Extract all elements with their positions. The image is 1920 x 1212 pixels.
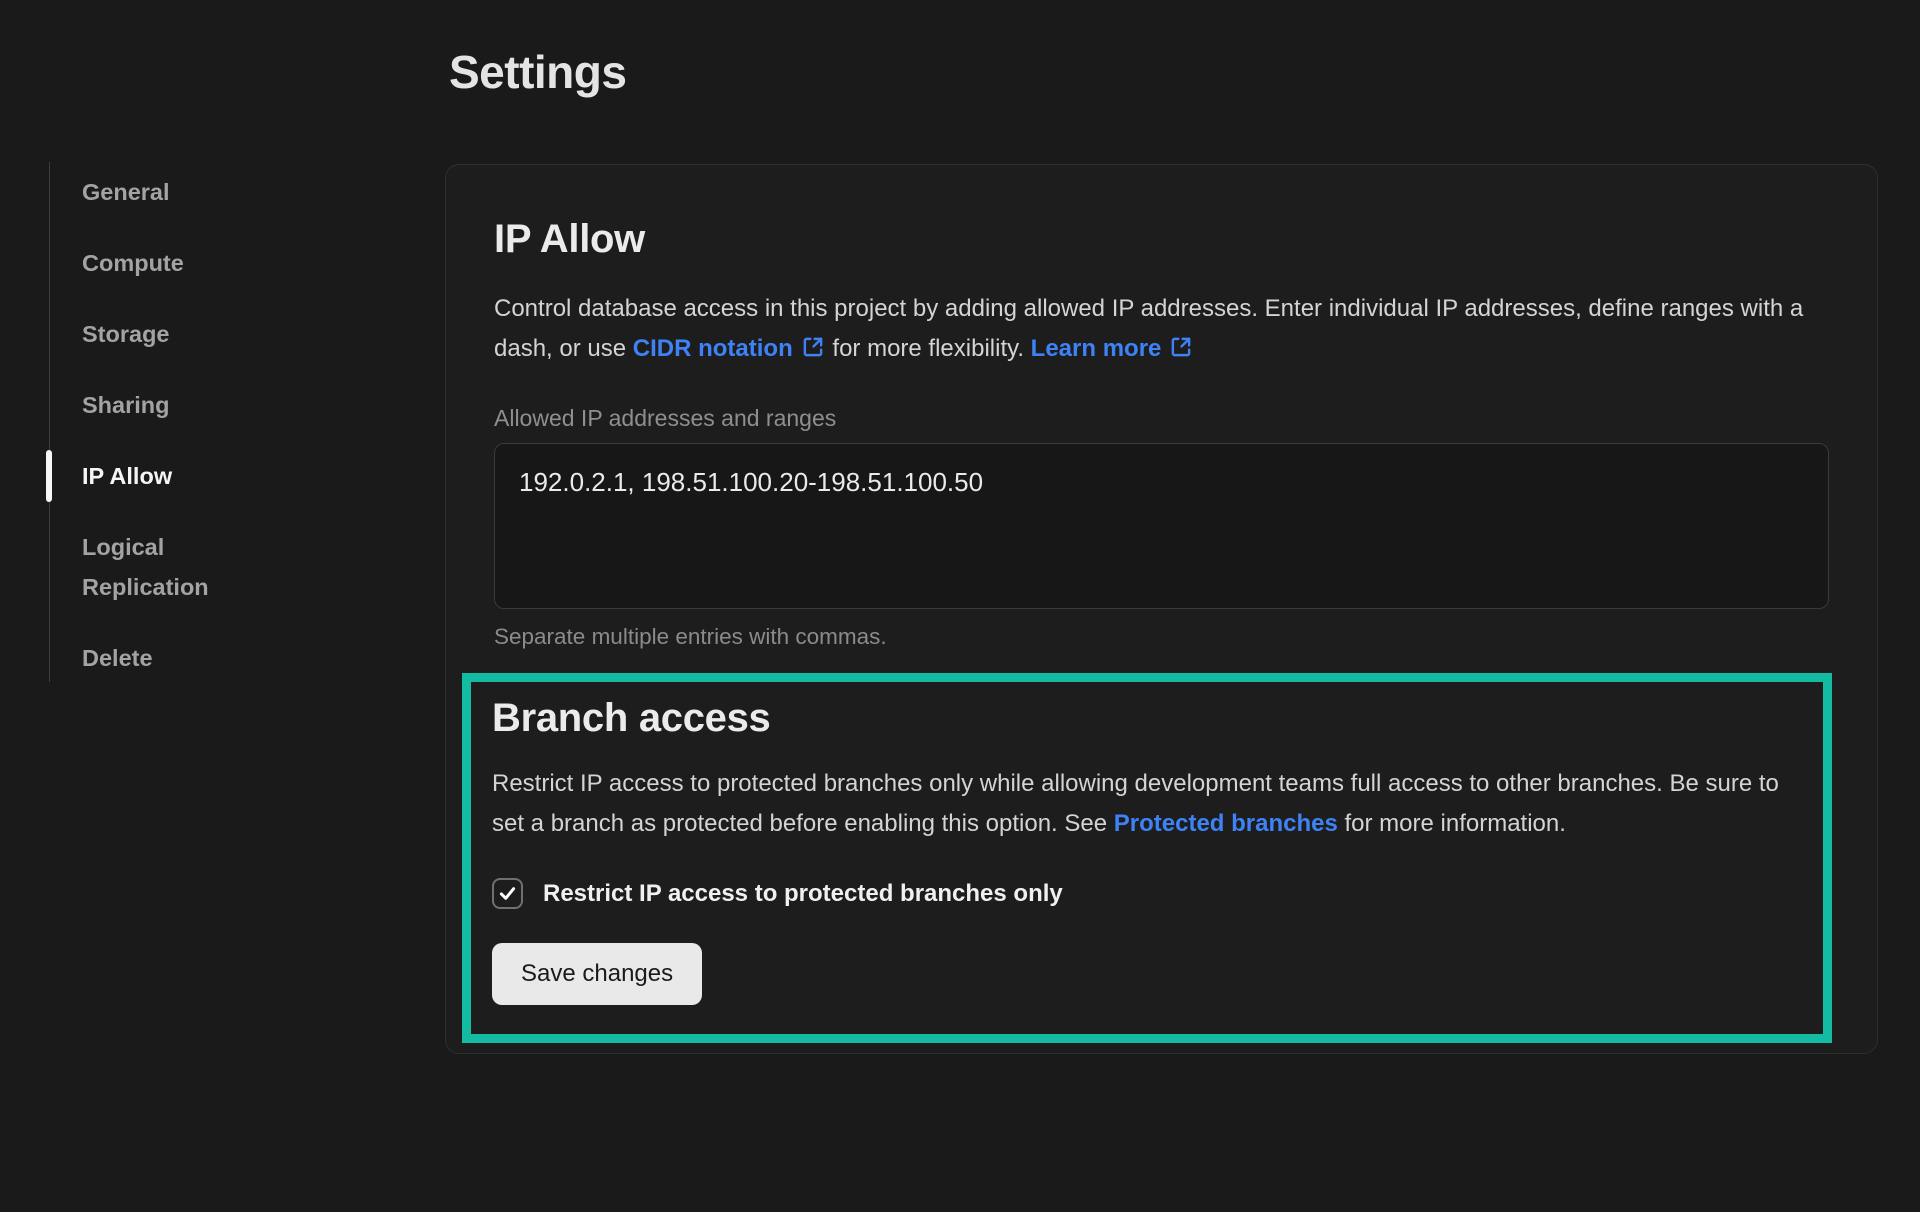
branch-access-description: Restrict IP access to protected branches… <box>492 764 1802 844</box>
settings-page: General Compute Storage Sharing IP Allow… <box>0 0 1920 1054</box>
external-link-icon <box>800 334 826 360</box>
branch-access-highlight: Branch access Restrict IP access to prot… <box>462 673 1832 1043</box>
page-title: Settings <box>449 45 1878 100</box>
external-link-icon <box>1168 334 1194 360</box>
ip-allow-description-text-2: for more flexibility. <box>826 335 1031 362</box>
branch-access-description-text-2: for more information. <box>1338 810 1566 837</box>
ip-allow-card: IP Allow Control database access in this… <box>445 164 1878 1054</box>
sidebar-item-ip-allow[interactable]: IP Allow <box>50 456 257 496</box>
ip-allow-heading: IP Allow <box>494 215 1829 263</box>
restrict-ip-checkbox[interactable] <box>492 878 523 909</box>
learn-more-link[interactable]: Learn more <box>1031 335 1195 362</box>
checkmark-icon <box>497 883 518 904</box>
branch-access-heading: Branch access <box>492 694 1802 742</box>
learn-more-link-label: Learn more <box>1031 335 1162 362</box>
protected-branches-link[interactable]: Protected branches <box>1114 810 1338 837</box>
sidebar-item-storage[interactable]: Storage <box>50 314 257 354</box>
ip-allow-description: Control database access in this project … <box>494 289 1829 369</box>
restrict-ip-checkbox-label[interactable]: Restrict IP access to protected branches… <box>543 880 1063 908</box>
cidr-notation-link-label: CIDR notation <box>633 335 793 362</box>
protected-branches-link-label: Protected branches <box>1114 810 1338 837</box>
allowed-ip-helper-text: Separate multiple entries with commas. <box>494 623 1829 651</box>
settings-nav: General Compute Storage Sharing IP Allow… <box>49 162 445 682</box>
cidr-notation-link[interactable]: CIDR notation <box>633 335 826 362</box>
settings-main: Settings IP Allow Control database acces… <box>445 0 1920 1054</box>
settings-sidebar: General Compute Storage Sharing IP Allow… <box>0 162 445 1054</box>
sidebar-item-compute[interactable]: Compute <box>50 243 257 283</box>
restrict-ip-checkbox-row: Restrict IP access to protected branches… <box>492 878 1802 909</box>
allowed-ip-label: Allowed IP addresses and ranges <box>494 403 1829 433</box>
sidebar-item-logical-replication[interactable]: Logical Replication <box>50 527 257 607</box>
sidebar-item-general[interactable]: General <box>50 172 257 212</box>
sidebar-item-delete[interactable]: Delete <box>50 638 257 678</box>
sidebar-item-sharing[interactable]: Sharing <box>50 385 257 425</box>
allowed-ip-textarea[interactable]: 192.0.2.1, 198.51.100.20-198.51.100.50 <box>494 443 1829 609</box>
save-changes-button[interactable]: Save changes <box>492 943 702 1005</box>
